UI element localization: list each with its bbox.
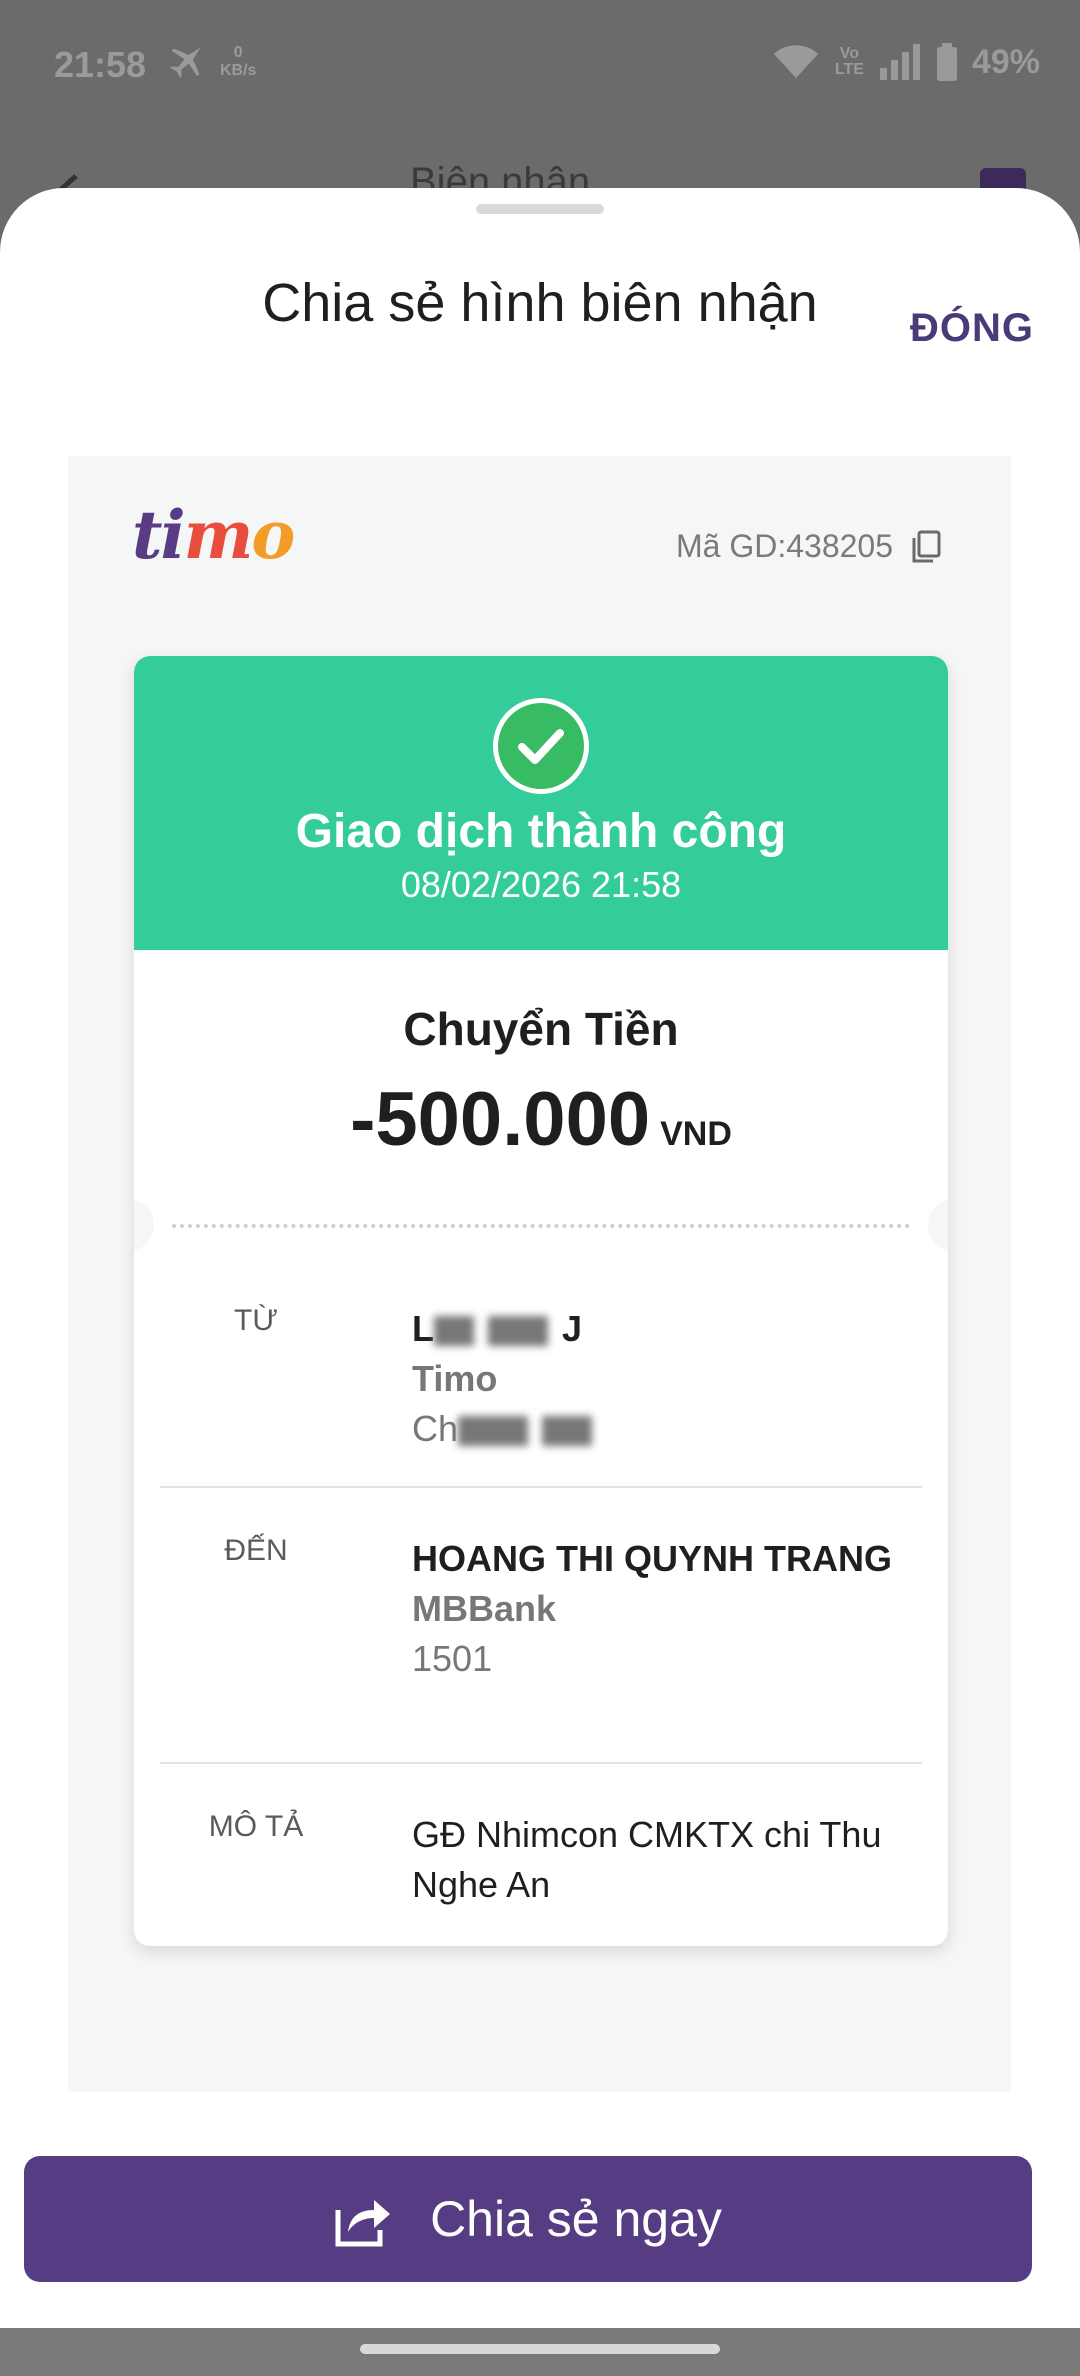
drag-handle[interactable]	[476, 204, 604, 214]
signal-icon	[879, 44, 920, 80]
perforation-divider	[172, 1224, 910, 1228]
row-divider	[160, 1486, 922, 1488]
volte-indicator: Vo LTE	[834, 45, 864, 78]
transaction-id-text: Mã GD:438205	[675, 528, 893, 564]
share-button-label: Chia sẻ ngay	[430, 2191, 722, 2247]
transaction-type: Chuyển Tiền	[403, 1003, 679, 1055]
wifi-icon	[773, 45, 818, 78]
share-receipt-sheet: Chia sẻ hình biên nhận ĐÓNG timo Mã GD:4…	[0, 188, 1080, 2328]
status-header: Giao dịch thành công 08/02/2026 21:58	[134, 656, 948, 950]
from-bank: Timo	[412, 1358, 498, 1399]
copy-icon[interactable]	[911, 530, 941, 564]
to-label: ĐẾN	[224, 1534, 288, 1567]
from-name: LJ	[412, 1308, 583, 1349]
from-label: TỪ	[234, 1304, 278, 1337]
description-text: GĐ Nhimcon CMKTX chi Thu Nghe An	[412, 1814, 882, 1905]
timo-logo: timo	[132, 496, 295, 574]
receipt-image: timo Mã GD:438205 Giao dịch thành công 0…	[68, 456, 1011, 2092]
battery-icon	[936, 43, 957, 81]
close-button[interactable]: ĐÓNG	[910, 306, 1034, 351]
to-bank: MBBank	[412, 1588, 557, 1629]
description-label: MÔ TẢ	[208, 1810, 304, 1843]
share-icon	[335, 2200, 391, 2247]
status-title: Giao dịch thành công	[295, 805, 787, 858]
transaction-id: Mã GD:438205	[676, 528, 941, 565]
to-account: 1501	[412, 1638, 493, 1679]
amount-currency: VND	[660, 1115, 732, 1153]
ticket-notch-left	[134, 1200, 154, 1250]
sheet-title: Chia sẻ hình biên nhận	[262, 273, 818, 333]
status-datetime: 08/02/2026 21:58	[400, 864, 682, 905]
amount-value: -500.000	[350, 1077, 651, 1162]
share-now-button[interactable]: Chia sẻ ngay	[24, 2156, 1032, 2282]
row-divider	[160, 1762, 922, 1764]
check-circle-icon	[493, 698, 589, 794]
to-name: HOANG THI QUYNH TRANG	[412, 1538, 892, 1579]
airplane-icon	[170, 47, 201, 78]
network-speed: 0 KB/s	[220, 44, 257, 79]
ticket-notch-right	[928, 1200, 948, 1250]
status-bar: 21:58 0 KB/s Vo LTE 49%	[0, 0, 1080, 130]
transaction-amount: -500.000 VND	[134, 1076, 948, 1163]
system-nav-bar	[0, 2328, 1080, 2376]
receipt-card: Giao dịch thành công 08/02/2026 21:58 Ch…	[134, 656, 948, 1946]
battery-percent: 49%	[971, 42, 1040, 81]
status-time: 21:58	[54, 44, 147, 85]
from-account: Ch	[412, 1404, 912, 1454]
home-gesture-pill[interactable]	[360, 2344, 720, 2354]
